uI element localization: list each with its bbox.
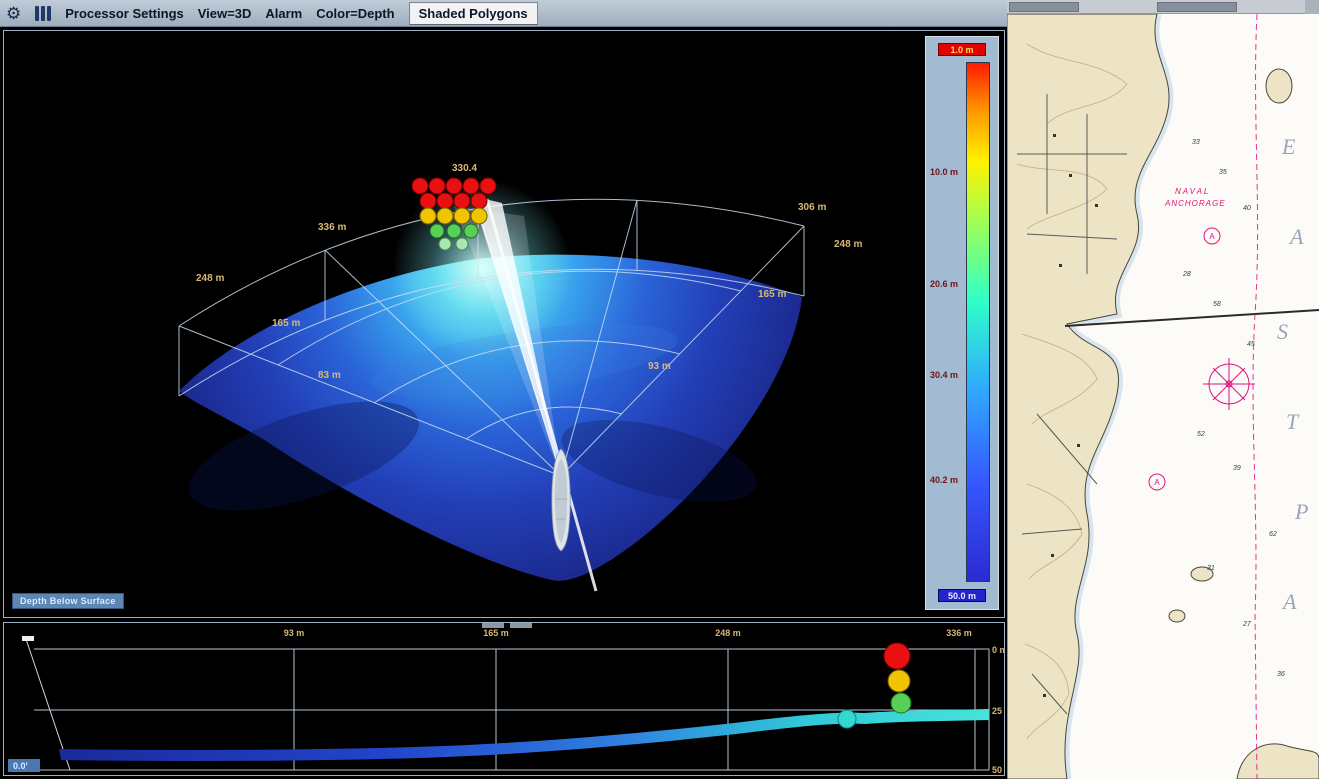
profile-range-165: 165 m bbox=[483, 628, 509, 638]
colorbar-tick-40: 40.2 m bbox=[930, 475, 958, 485]
depth-profile-view[interactable]: 93 m 165 m 248 m 336 m 0 m 25 m 50 m 0.0… bbox=[3, 622, 1005, 776]
menu-processor-settings[interactable]: Processor Settings bbox=[65, 6, 184, 21]
sounding-11: 36 bbox=[1277, 671, 1285, 678]
depth-below-surface-button[interactable]: Depth Below Surface bbox=[12, 593, 124, 609]
sonar-application-window: ⚙ Processor Settings View=3D Alarm Color… bbox=[0, 0, 1319, 779]
profile-target-yellow bbox=[888, 670, 910, 692]
sounding-10: 27 bbox=[1242, 621, 1252, 628]
range-label-left-336: 336 m bbox=[318, 222, 346, 233]
menu-color-mode[interactable]: Color=Depth bbox=[316, 6, 394, 21]
menu-view-mode[interactable]: View=3D bbox=[198, 6, 252, 21]
profile-scene[interactable]: 93 m 165 m 248 m 336 m 0 m 25 m 50 m 0.0… bbox=[4, 623, 1004, 775]
colorbar-tick-20: 20.6 m bbox=[930, 279, 958, 289]
colorbar-max-label: 1.0 m bbox=[938, 43, 986, 56]
peak-depth-label: 330.4 bbox=[452, 163, 477, 174]
range-label-left-165: 165 m bbox=[272, 318, 300, 329]
chart-scrollbar-thumb[interactable] bbox=[1009, 2, 1079, 12]
anchorage-a-symbol-2: A bbox=[1154, 478, 1160, 487]
profile-range-248: 248 m bbox=[715, 628, 741, 638]
chart-horizontal-scrollbar[interactable] bbox=[1007, 0, 1319, 14]
range-label-right-248: 248 m bbox=[834, 239, 862, 250]
sounding-9: 31 bbox=[1207, 565, 1215, 572]
sounding-7: 39 bbox=[1233, 465, 1241, 472]
range-label-right-306: 306 m bbox=[798, 202, 826, 213]
sonar-3d-view[interactable]: 330.4 336 m 248 m 165 m 83 m 306 m 248 m… bbox=[3, 30, 1005, 618]
sounding-6: 52 bbox=[1197, 431, 1205, 438]
sounding-0: 33 bbox=[1192, 139, 1200, 146]
range-label-left-83: 83 m bbox=[318, 370, 341, 381]
profile-handle-2[interactable] bbox=[510, 623, 532, 628]
sonar-3d-scene[interactable]: 330.4 336 m 248 m 165 m 83 m 306 m 248 m… bbox=[4, 31, 924, 617]
nautical-chart-panel[interactable]: A A NAVAL ANCHORAGE E A S T P A bbox=[1007, 0, 1319, 779]
profile-depth-0: 0 m bbox=[992, 645, 1004, 655]
chart-letter-1: A bbox=[1288, 224, 1304, 249]
profile-target-green bbox=[891, 693, 911, 713]
profile-target-red bbox=[884, 643, 910, 669]
chart-scrollbar-thumb-2[interactable] bbox=[1157, 2, 1237, 12]
sounding-3: 28 bbox=[1182, 271, 1191, 278]
profile-target-cyan bbox=[838, 710, 856, 728]
sounding-8: 62 bbox=[1269, 531, 1277, 538]
colorbar-tick-30: 30.4 m bbox=[930, 370, 958, 380]
depth-colorbar: 1.0 m 10.0 m 20.6 m 30.4 m 40.2 m 50.0 m bbox=[925, 36, 999, 610]
anchorage-a-symbol-1: A bbox=[1209, 232, 1215, 241]
profile-depth-25: 25 m bbox=[992, 706, 1004, 716]
chart-island-3 bbox=[1169, 610, 1185, 622]
profile-range-93: 93 m bbox=[284, 628, 305, 638]
chart-scrollbar-corner bbox=[1305, 0, 1319, 14]
range-label-right-93: 93 m bbox=[648, 361, 671, 372]
colorbar-tick-10: 10.0 m bbox=[930, 167, 958, 177]
sounding-5: 45 bbox=[1247, 341, 1255, 348]
chart-letter-0: E bbox=[1281, 134, 1296, 159]
menu-shaded-polygons[interactable]: Shaded Polygons bbox=[409, 2, 538, 25]
range-label-left-248: 248 m bbox=[196, 273, 224, 284]
range-label-right-165: 165 m bbox=[758, 289, 786, 300]
settings-gear-icon[interactable]: ⚙ bbox=[6, 5, 21, 22]
menu-bar: ⚙ Processor Settings View=3D Alarm Color… bbox=[0, 0, 1007, 27]
origin-label: 0.0' bbox=[13, 761, 28, 771]
sounding-2: 40 bbox=[1243, 205, 1251, 212]
sounding-4: 58 bbox=[1213, 301, 1221, 308]
chart-island-1 bbox=[1266, 69, 1292, 103]
menu-alarm[interactable]: Alarm bbox=[265, 6, 302, 21]
chart-map[interactable]: A A NAVAL ANCHORAGE E A S T P A bbox=[1007, 14, 1319, 779]
naval-anchorage-label-2: ANCHORAGE bbox=[1164, 199, 1226, 208]
chart-letter-2: S bbox=[1277, 319, 1288, 344]
transducer-mark bbox=[22, 636, 34, 641]
profile-depth-50: 50 m bbox=[992, 765, 1004, 775]
chart-letter-3: T bbox=[1286, 409, 1300, 434]
colorbar-min-label: 50.0 m bbox=[938, 589, 986, 602]
sounding-1: 35 bbox=[1219, 169, 1227, 176]
ownship-model bbox=[552, 449, 570, 551]
profile-range-336: 336 m bbox=[946, 628, 972, 638]
toolbar-grip-icon[interactable] bbox=[35, 6, 51, 21]
colorbar-gradient bbox=[966, 62, 990, 582]
chart-letter-4: P bbox=[1294, 499, 1308, 524]
naval-anchorage-label-1: NAVAL bbox=[1175, 187, 1210, 196]
chart-letter-5: A bbox=[1281, 589, 1297, 614]
